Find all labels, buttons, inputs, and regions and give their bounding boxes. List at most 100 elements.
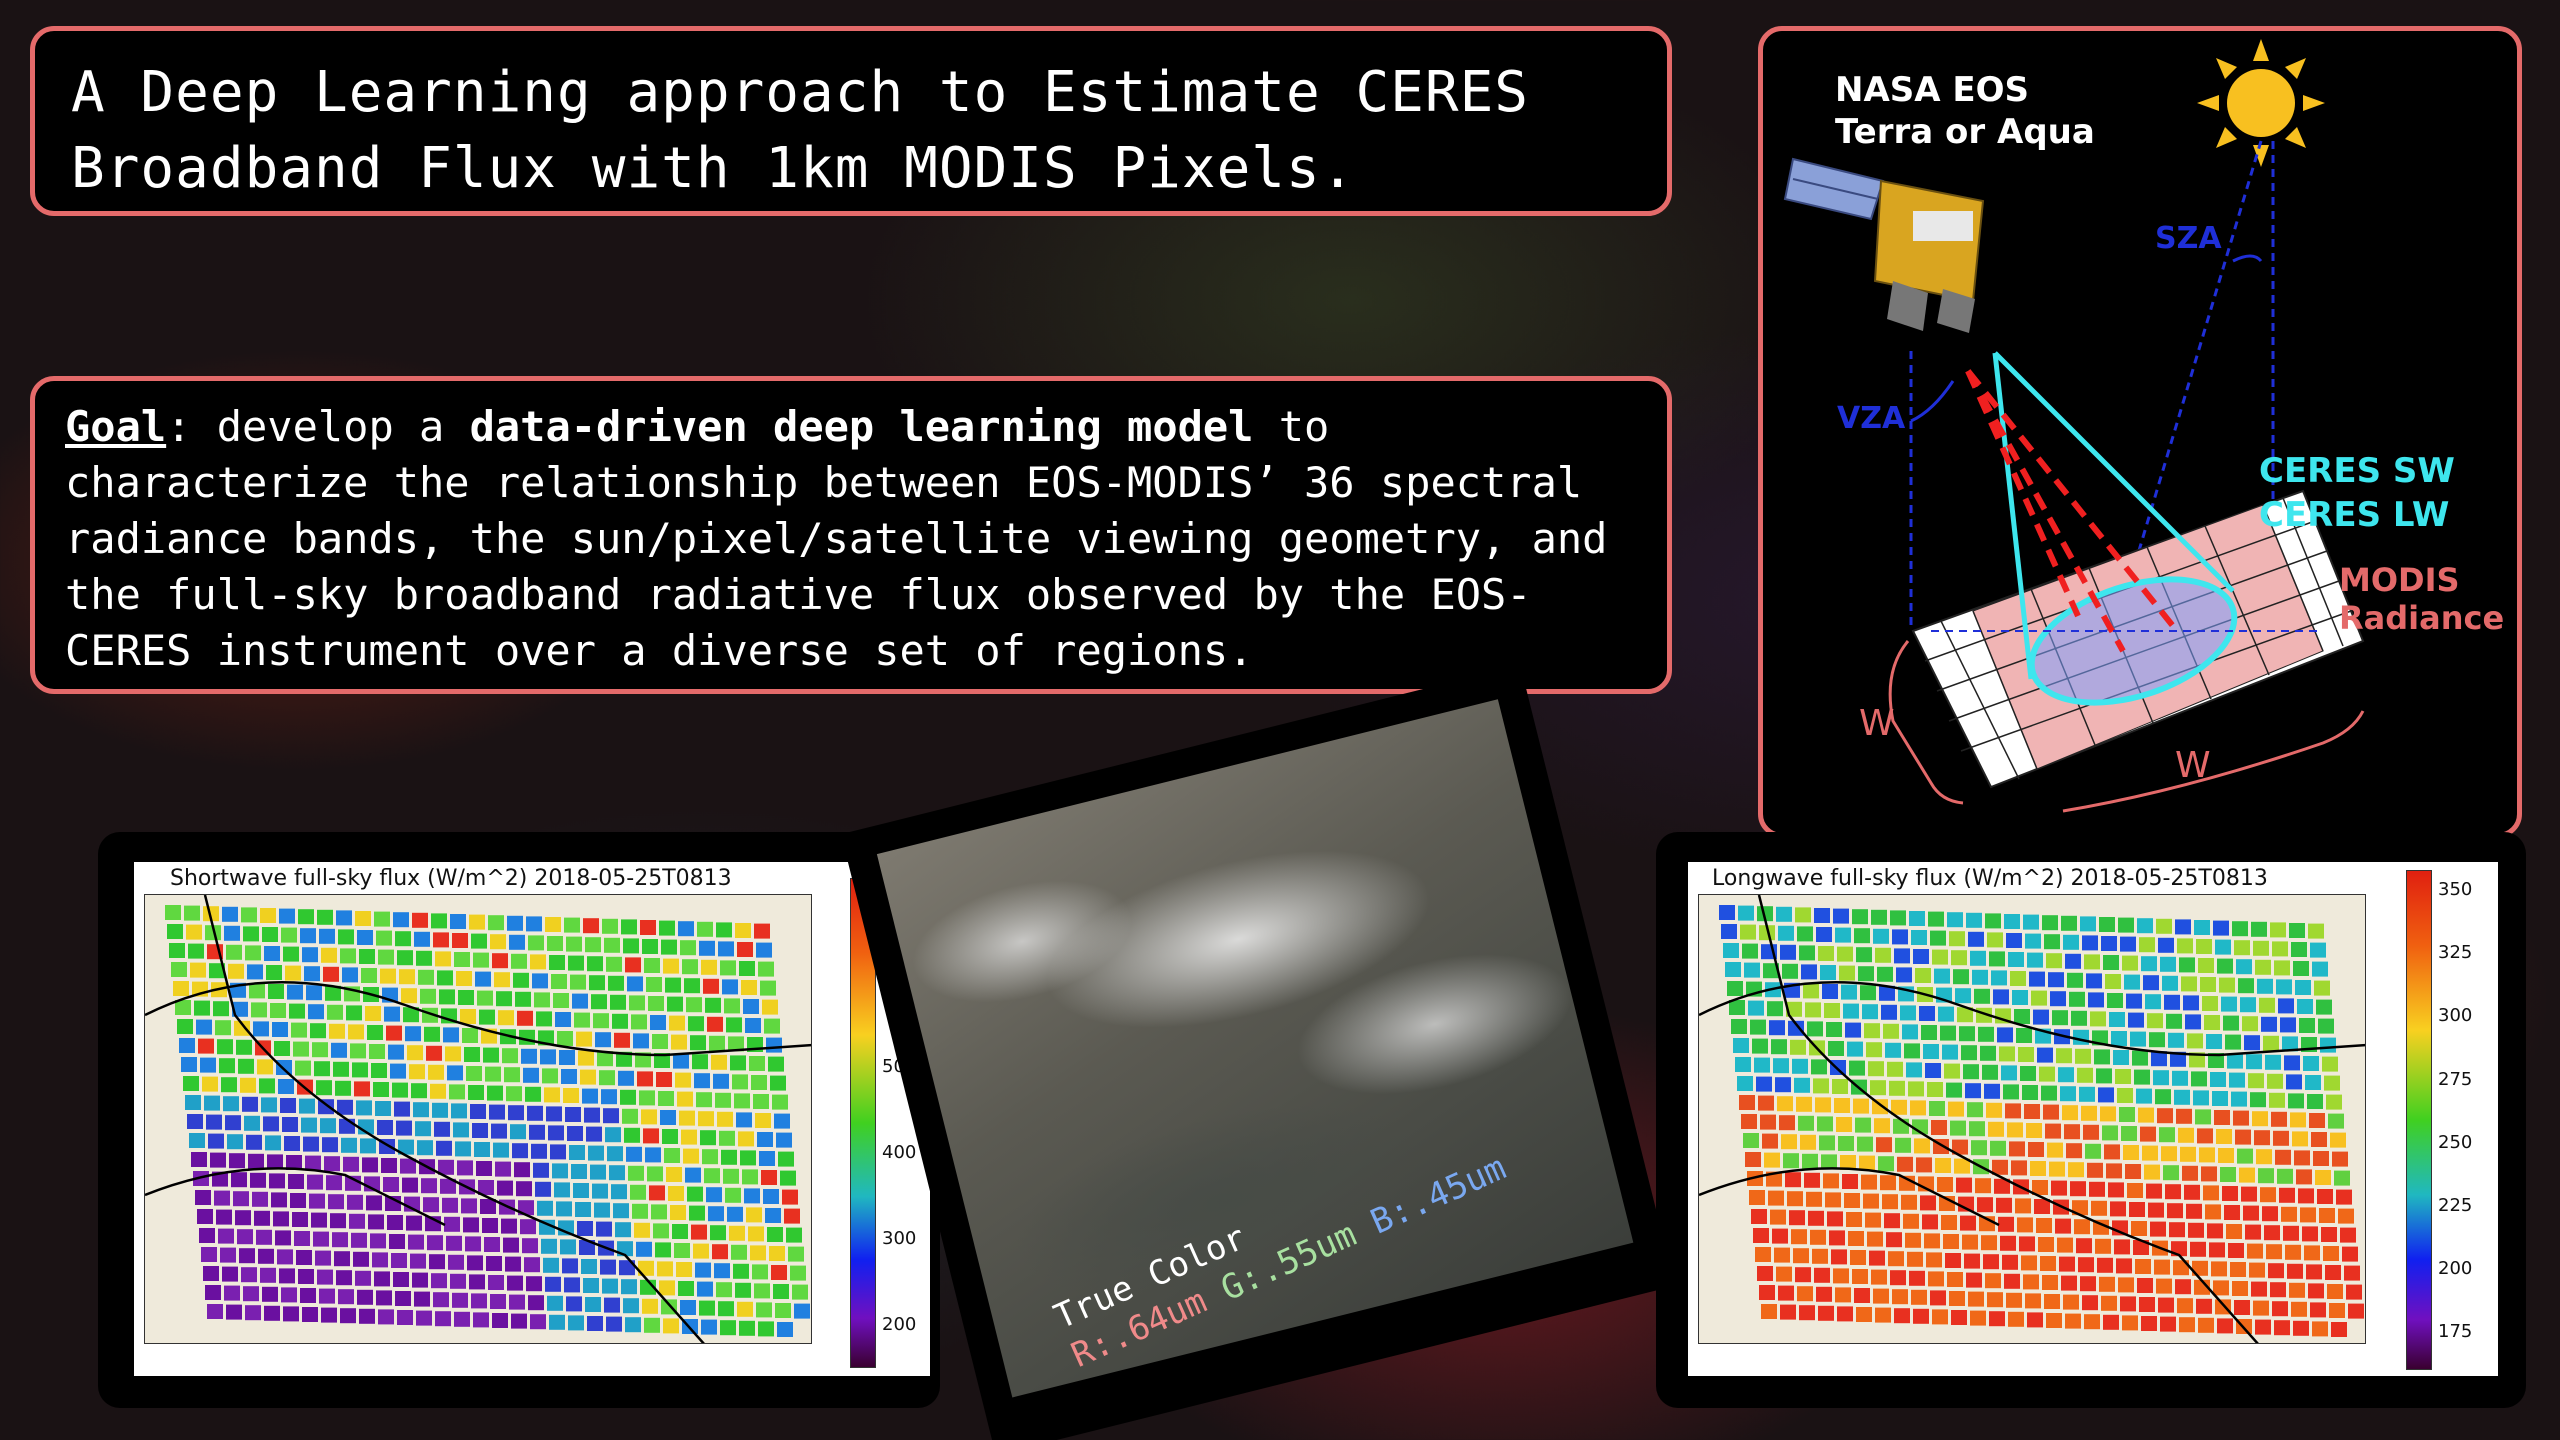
flux-pixel	[2310, 1302, 2326, 1318]
flux-pixel	[1985, 1273, 2001, 1289]
flux-pixel	[1845, 1022, 1861, 1038]
flux-pixel	[416, 1310, 432, 1326]
flux-pixel	[485, 1066, 501, 1082]
flux-pixel	[2067, 972, 2083, 988]
flux-pixel	[350, 1043, 366, 1059]
flux-pixel	[2156, 918, 2172, 934]
flux-pixel	[2344, 1265, 2360, 1281]
flux-pixel	[687, 1186, 703, 1202]
flux-pixel	[274, 1041, 290, 1056]
flux-pixel	[289, 1003, 305, 1019]
flux-pixel	[765, 1208, 781, 1223]
flux-pixel	[1833, 908, 1849, 924]
flux-pixel	[537, 1200, 553, 1216]
flux-pixel	[2219, 977, 2235, 993]
flux-pixel	[662, 1129, 678, 1144]
vza-label: VZA	[1837, 401, 1906, 436]
flux-pixel	[726, 1017, 742, 1033]
flux-pixel	[1874, 1118, 1890, 1134]
flux-pixel	[464, 1047, 480, 1062]
flux-pixel	[2160, 1316, 2176, 1332]
flux-pixel	[2230, 1262, 2246, 1277]
flux-pixel	[2081, 1105, 2097, 1121]
flux-pixel	[2121, 1126, 2137, 1141]
flux-pixel	[2105, 974, 2121, 989]
flux-pixel	[2194, 920, 2210, 935]
flux-pixel	[549, 1314, 565, 1330]
flux-pixel	[2061, 915, 2077, 931]
flux-pixel	[331, 1042, 347, 1058]
flux-pixel	[578, 1050, 594, 1066]
flux-pixel	[591, 994, 607, 1010]
flux-pixel	[1807, 1021, 1823, 1037]
flux-pixel	[2139, 1297, 2155, 1312]
flux-pixel	[501, 1218, 517, 1234]
flux-pixel	[231, 1172, 247, 1188]
flux-pixel	[1816, 927, 1832, 942]
flux-pixel	[2298, 1188, 2314, 1204]
flux-pixel	[446, 1235, 462, 1251]
flux-pixel	[642, 939, 658, 954]
flux-pixel	[2244, 1035, 2260, 1051]
flux-pixel	[2320, 1037, 2336, 1053]
flux-pixel	[648, 996, 664, 1011]
flux-pixel	[2063, 934, 2079, 950]
flux-pixel	[2055, 1218, 2071, 1234]
flux-pixel	[384, 1006, 400, 1022]
flux-pixel	[545, 1276, 561, 1292]
flux-pixel	[476, 1161, 492, 1176]
flux-pixel	[1738, 905, 1754, 921]
flux-pixel	[201, 1247, 217, 1262]
flux-pixel	[2251, 921, 2267, 937]
flux-pixel	[2143, 975, 2159, 991]
flux-pixel	[226, 944, 242, 960]
flux-pixel	[1814, 1267, 1830, 1283]
flux-pixel	[167, 924, 183, 939]
flux-pixel	[2166, 1013, 2182, 1029]
flux-pixel	[410, 1253, 426, 1269]
flux-pixel	[610, 994, 626, 1010]
flux-pixel	[1727, 981, 1743, 996]
flux-pixel	[2257, 978, 2273, 994]
flux-pixel	[2022, 1085, 2038, 1100]
flux-pixel	[2078, 1257, 2094, 1273]
flux-pixel	[738, 1131, 754, 1147]
flux-pixel	[613, 1203, 629, 1219]
flux-pixel	[293, 1041, 309, 1057]
flux-pixel	[1853, 1098, 1869, 1114]
flux-pixel	[618, 1070, 634, 1086]
flux-pixel	[599, 1070, 615, 1086]
flux-pixel	[2135, 1259, 2151, 1274]
flux-pixel	[1825, 1192, 1841, 1208]
flux-pixel	[721, 1149, 737, 1165]
flux-pixel	[697, 921, 713, 937]
flux-pixel	[2242, 1016, 2258, 1032]
flux-pixel	[1938, 1006, 1954, 1022]
flux-pixel	[761, 1170, 777, 1185]
flux-pixel	[2066, 1143, 2082, 1159]
title-line-1: A Deep Learning approach to Estimate CER…	[71, 60, 1530, 125]
flux-pixel	[1946, 1082, 1962, 1098]
flux-pixel	[680, 1300, 696, 1315]
flux-pixel	[304, 966, 320, 982]
flux-pixel	[2046, 1313, 2062, 1328]
flux-pixel	[1964, 1253, 1980, 1269]
flux-pixel	[361, 968, 377, 983]
flux-pixel	[2211, 1261, 2227, 1277]
flux-pixel	[2177, 1298, 2193, 1314]
flux-pixel	[713, 1073, 729, 1089]
flux-pixel	[1885, 1042, 1901, 1058]
flux-pixel	[2076, 1238, 2092, 1254]
flux-pixel	[346, 1005, 362, 1021]
flux-pixel	[2241, 1186, 2257, 1202]
flux-pixel	[766, 1037, 782, 1053]
flux-pixel	[529, 1124, 545, 1140]
flux-pixel	[278, 1079, 294, 1094]
flux-pixel	[530, 954, 546, 970]
flux-pixel	[2181, 976, 2197, 992]
flux-pixel	[1862, 1004, 1878, 1020]
flux-pixel	[2227, 1053, 2243, 1069]
flux-pixel	[2258, 1168, 2274, 1184]
flux-pixel	[2318, 1018, 2334, 1034]
flux-pixel	[557, 1031, 573, 1046]
